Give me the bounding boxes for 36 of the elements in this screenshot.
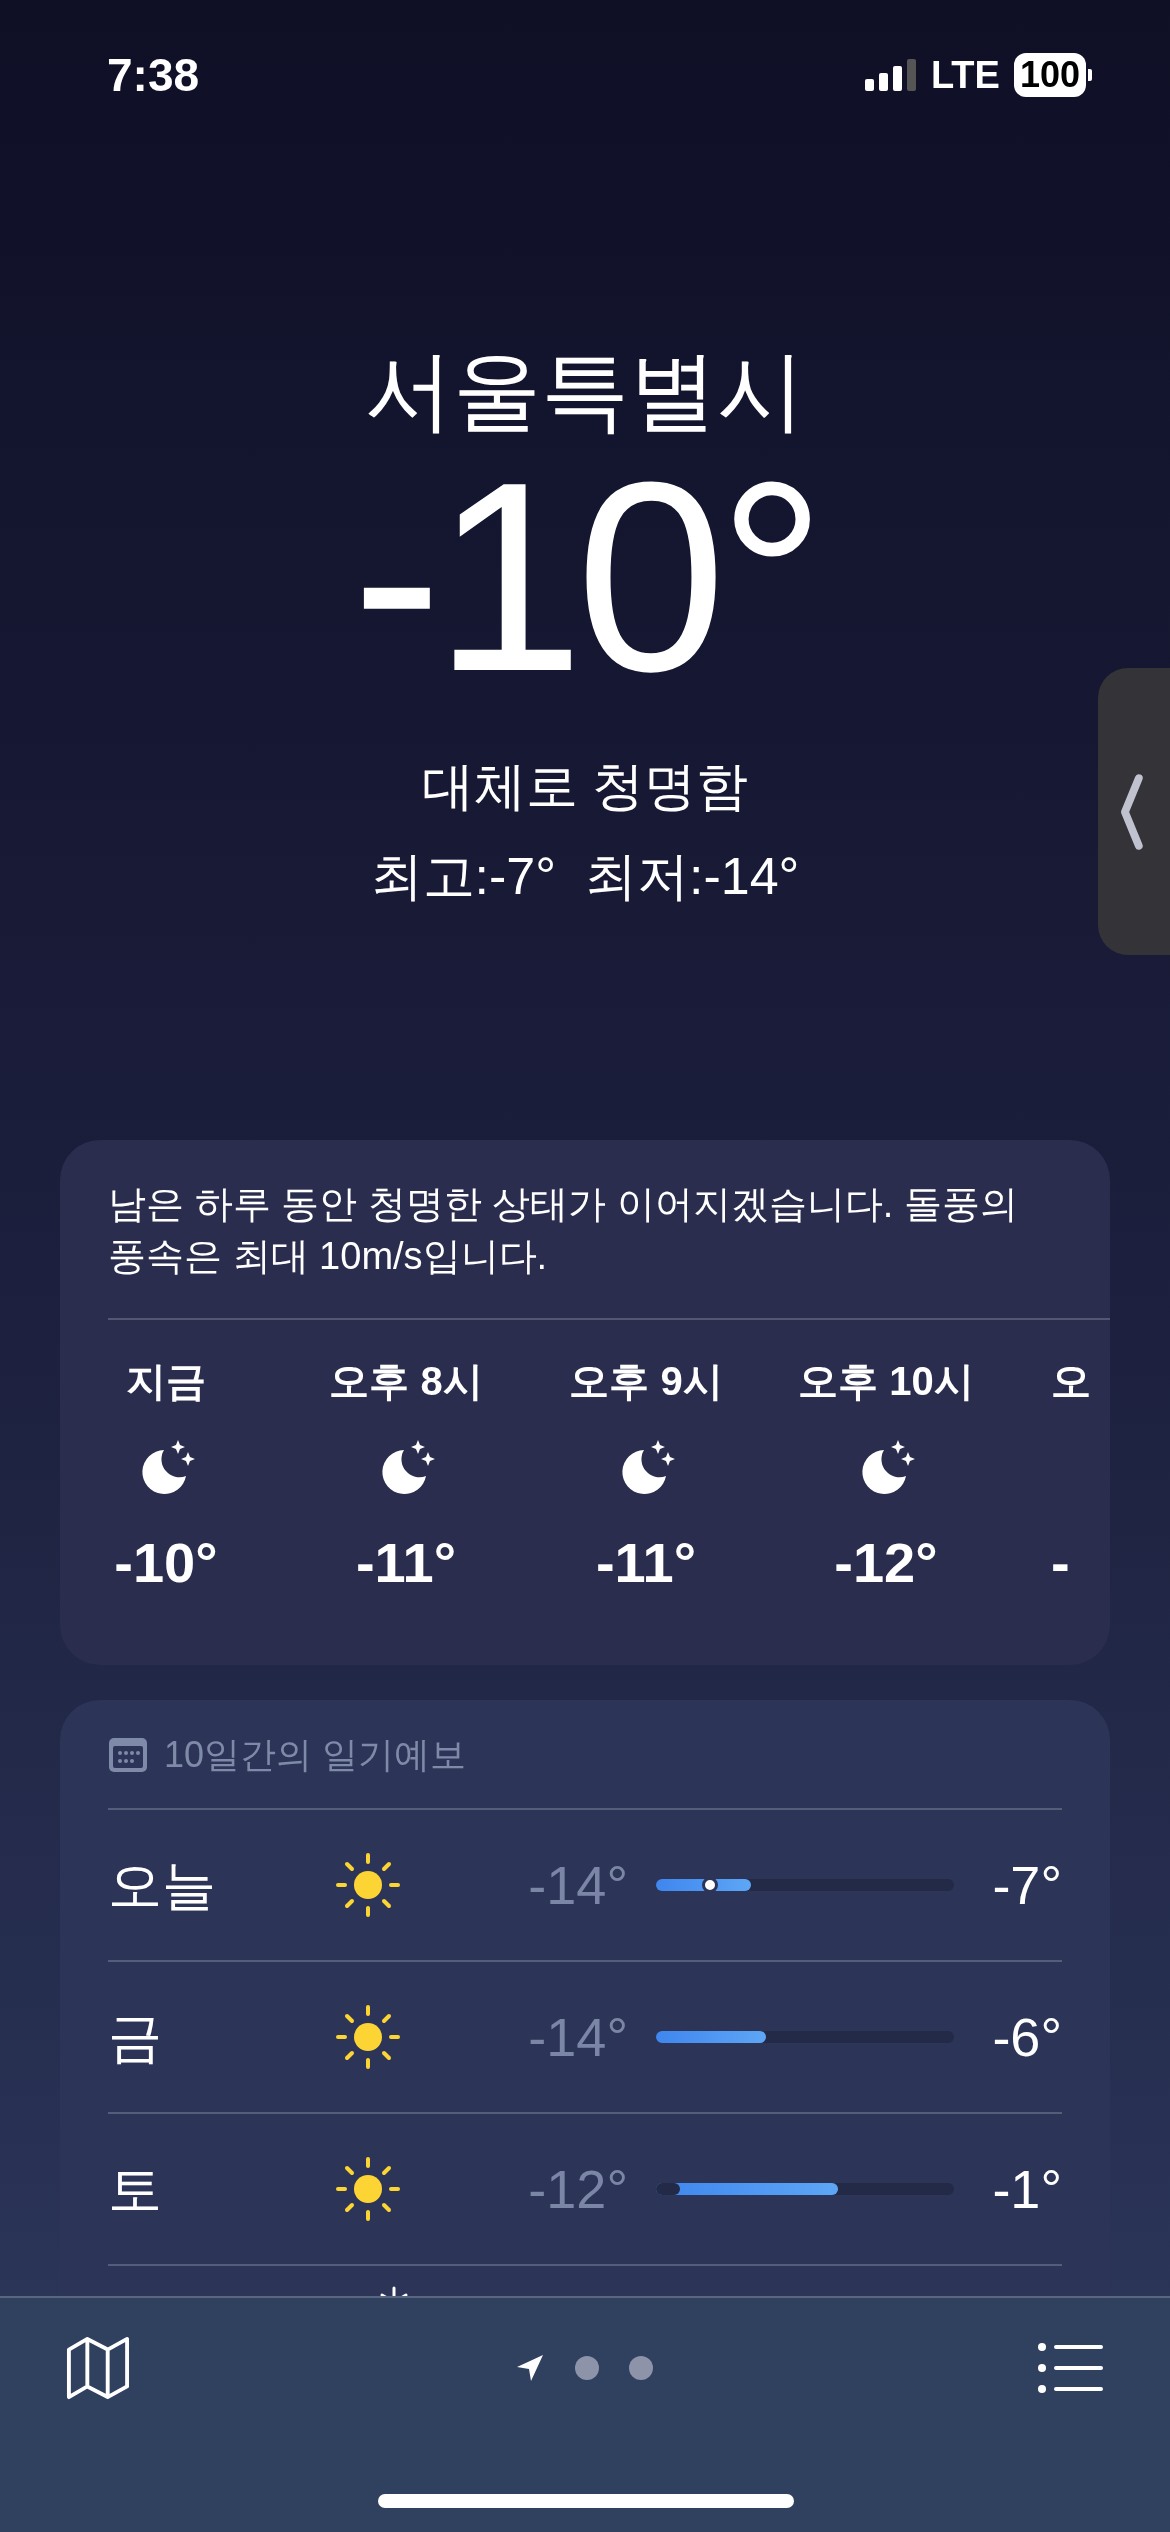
- network-label: LTE: [930, 52, 1000, 98]
- city-name: 서울특별시: [365, 340, 805, 442]
- hour-label: 오: [1051, 1358, 1091, 1405]
- high-temperature: -6°: [991, 2005, 1062, 2069]
- calendar-icon: [108, 1737, 148, 1773]
- sun-icon: [336, 1853, 400, 1917]
- sun-icon: [336, 2157, 400, 2221]
- hour-temperature: -11°: [355, 1530, 457, 1596]
- hour-label: 오후 9시: [569, 1358, 723, 1405]
- forecast-title: 10일간의 일기예보: [164, 1733, 467, 1777]
- low-temperature: -14°: [527, 2005, 628, 2069]
- high-low-temperature: 최고:-7° 최저:-14°: [370, 846, 800, 907]
- signal-icon: [864, 59, 917, 91]
- location-page-indicator[interactable]: [515, 2353, 545, 2383]
- hour-label: 오후 8시: [329, 1358, 483, 1405]
- hour-temperature: -: [1051, 1530, 1070, 1596]
- list-button[interactable]: [1038, 2342, 1104, 2394]
- day-label: 오늘: [108, 1853, 217, 1917]
- low-temperature: -12°: [527, 2157, 628, 2221]
- chevron-left-icon: [1118, 771, 1144, 852]
- status-time: 7:38: [107, 47, 200, 103]
- hour-temperature: -12°: [834, 1530, 938, 1596]
- hour-label: 지금: [126, 1358, 206, 1405]
- high-temperature: -7°: [991, 1853, 1062, 1917]
- map-button[interactable]: [66, 2336, 130, 2400]
- day-label: 토: [108, 2157, 163, 2221]
- forecast-summary: 남은 하루 동안 청명한 상태가 이어지겠습니다. 돌풍의 풍속은 최대 10m/s입니다.: [108, 1182, 1019, 1279]
- high-temperature: -1°: [991, 2157, 1062, 2221]
- day-label: 금: [108, 2005, 163, 2069]
- hour-label: 오후 10시: [798, 1358, 974, 1405]
- sun-icon: [336, 2005, 400, 2069]
- side-panel-handle[interactable]: [1098, 668, 1170, 955]
- hour-temperature: -11°: [595, 1530, 697, 1596]
- low-temperature: -14°: [527, 1853, 628, 1917]
- hour-temperature: -10°: [114, 1530, 218, 1596]
- weather-condition: 대체로 청명함: [421, 756, 749, 817]
